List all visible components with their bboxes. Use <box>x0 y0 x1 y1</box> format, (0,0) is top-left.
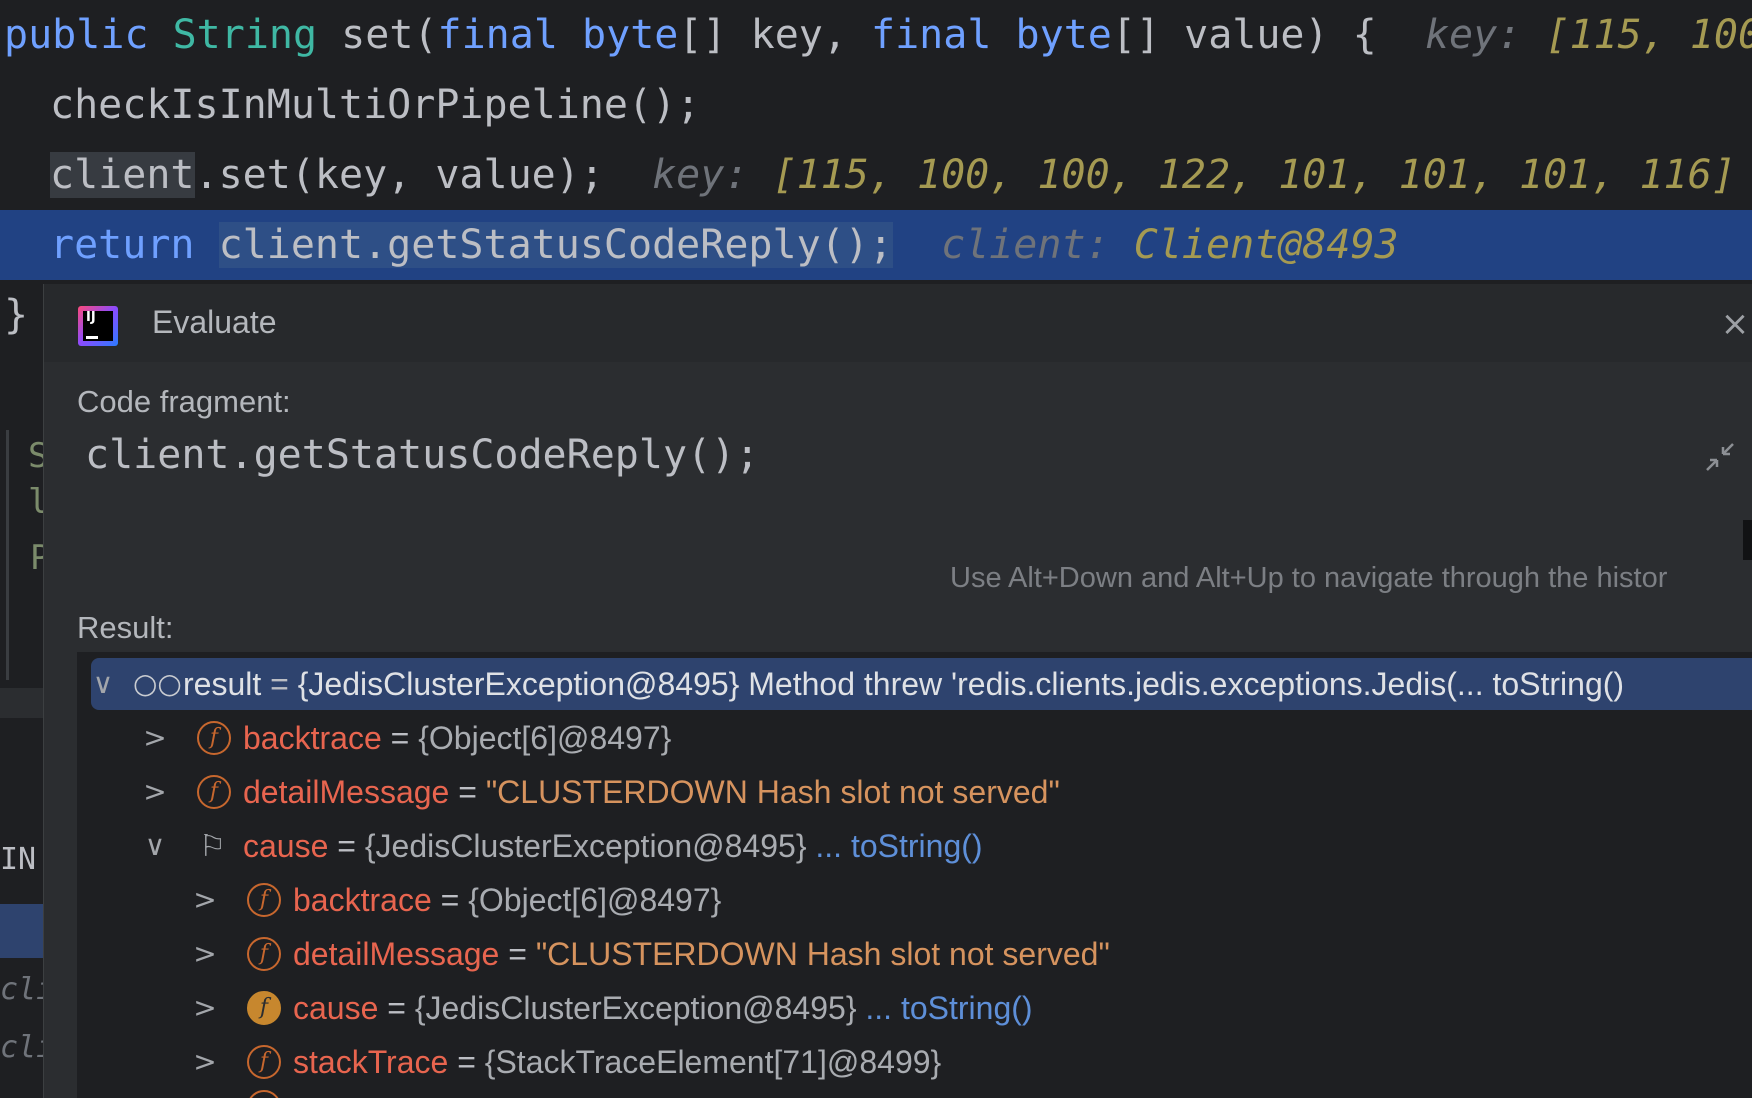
tree-row[interactable]: > f stackTrace = {StackTraceElement[71]@… <box>77 1036 1752 1088</box>
tree-field-name: backtrace <box>293 882 432 918</box>
method-name: set( <box>317 12 438 58</box>
inlay-hint-label: key: <box>652 152 749 198</box>
code-fragment-label: Code fragment: <box>77 384 291 419</box>
tree-field-name: result <box>183 666 262 702</box>
equals-sign: = <box>440 882 460 918</box>
scrollbar[interactable] <box>1743 520 1752 560</box>
left-panel-border <box>6 430 9 680</box>
tostring-link[interactable]: ... toString() <box>865 990 1032 1026</box>
tostring-link[interactable]: ... toString() <box>815 828 982 864</box>
field-icon: f <box>247 937 281 971</box>
chevron-right-icon[interactable]: > <box>143 766 167 818</box>
param-value: [] value) { <box>1111 12 1377 58</box>
code-line-return-current[interactable]: return client.getStatusCodeReply(); clie… <box>0 210 1752 280</box>
field-icon: f <box>197 775 231 809</box>
code-line-check[interactable]: checkIsInMultiOrPipeline(); <box>50 70 700 140</box>
chevron-right-icon[interactable]: > <box>193 874 217 926</box>
tree-field-name: detailMessage <box>243 774 450 810</box>
dialog-title-bar[interactable]: IJ Evaluate × <box>44 284 1752 362</box>
selected-expression: client.getStatusCodeReply(); <box>218 222 893 268</box>
chevron-right-icon[interactable]: > <box>143 712 167 764</box>
dialog-title: Evaluate <box>152 304 277 340</box>
equals-sign: = <box>457 1044 476 1080</box>
close-icon[interactable]: × <box>1717 306 1752 342</box>
field-icon: f <box>247 883 281 917</box>
code-statement: .set(key, value); <box>194 152 604 198</box>
tree-field-value: {Object[6]@8497} <box>468 882 722 918</box>
closing-brace: } <box>4 292 29 338</box>
code-statement: checkIsInMultiOrPipeline(); <box>50 82 701 128</box>
chevron-right-icon[interactable]: > <box>193 1036 217 1088</box>
keyword-byte: byte <box>1015 12 1112 58</box>
side-panel-selection <box>0 904 43 958</box>
chevron-right-icon[interactable]: > <box>193 928 217 980</box>
keyword-public: public <box>4 12 149 58</box>
code-line-client-set[interactable]: client.set(key, value); key: [115, 100, … <box>50 140 1736 210</box>
gutter-fragment: IN <box>0 842 37 877</box>
side-panel-strip <box>0 688 43 718</box>
tree-field-value: {Object[6]@8497} <box>418 720 672 756</box>
evaluate-dialog[interactable]: IJ Evaluate × Code fragment: client.getS… <box>43 284 1752 1098</box>
tree-row[interactable]: > f detailMessage = "CLUSTERDOWN Hash sl… <box>77 928 1752 980</box>
collapse-icon[interactable] <box>1703 440 1737 474</box>
logo-text: IJ <box>86 310 96 325</box>
inlay-hint-value: Client@8493 <box>1133 222 1399 268</box>
chevron-down-icon[interactable]: ∨ <box>143 820 167 872</box>
inlay-hint-value: [115, 100, 100, 122, 101, 101, 101, 116] <box>772 152 1736 198</box>
code-fragment-text: client.getStatusCodeReply(); <box>85 432 760 478</box>
keyword-byte: byte <box>582 12 679 58</box>
glasses-icon: ○○ <box>133 667 182 700</box>
equals-sign: = <box>337 828 356 864</box>
tree-field-value: {JedisClusterException@8495} <box>414 990 857 1026</box>
chevron-down-icon[interactable]: ∨ <box>91 658 115 710</box>
equals-sign: = <box>270 666 289 702</box>
tree-row[interactable]: ∨ ⚐ cause = {JedisClusterException@8495}… <box>77 820 1752 872</box>
code-line-closing-brace[interactable]: } <box>4 280 28 350</box>
field-icon <box>247 1090 281 1098</box>
tree-field-name: backtrace <box>243 720 382 756</box>
tree-field-value: "CLUSTERDOWN Hash slot not served" <box>485 774 1060 810</box>
tree-row-result[interactable]: ∨ ○○ result = {JedisClusterException@849… <box>91 658 1752 710</box>
tree-field-name: detailMessage <box>293 936 500 972</box>
code-fragment-input[interactable]: client.getStatusCodeReply(); <box>77 424 1747 564</box>
tree-row[interactable]: > f detailMessage = "CLUSTERDOWN Hash sl… <box>77 766 1752 818</box>
tree-field-name: cause <box>243 828 329 864</box>
tree-row[interactable]: > f backtrace = {Object[6]@8497} <box>77 712 1752 764</box>
field-icon: f <box>197 721 231 755</box>
param-key: [] key, <box>678 12 872 58</box>
type-string: String <box>172 12 318 58</box>
equals-sign: = <box>387 990 406 1026</box>
tree-field-value: {StackTraceElement[71]@8499} <box>484 1044 942 1080</box>
result-tree[interactable]: ∨ ○○ result = {JedisClusterException@849… <box>77 652 1752 1098</box>
equals-sign: = <box>390 720 410 756</box>
result-label: Result: <box>77 610 174 645</box>
inlay-hint-value: [115, 100, <box>1545 12 1752 58</box>
intellij-logo-icon: IJ <box>78 306 118 346</box>
tree-row[interactable]: > f backtrace = {Object[6]@8497} <box>77 874 1752 926</box>
keyword-final: final <box>871 12 992 58</box>
tree-field-name: stackTrace <box>293 1044 449 1080</box>
inlay-hint-label: key: <box>1424 12 1522 58</box>
equals-sign: = <box>508 936 527 972</box>
history-hint: Use Alt+Down and Alt+Up to navigate thro… <box>950 562 1668 594</box>
field-icon: f <box>247 1045 281 1079</box>
equals-sign: = <box>458 774 477 810</box>
code-line-method-signature[interactable]: public String set(final byte[] key, fina… <box>0 0 1752 70</box>
inlay-hint-label: client: <box>941 222 1110 268</box>
field-icon: f <box>247 991 281 1025</box>
flag-icon: ⚐ <box>199 829 226 864</box>
keyword-final: final <box>437 12 558 58</box>
identifier-client: client <box>50 152 195 198</box>
keyword-return: return <box>50 222 195 268</box>
tree-field-value: "CLUSTERDOWN Hash slot not served" <box>535 936 1110 972</box>
tree-field-value: {JedisClusterException@8495} Method thre… <box>297 666 1625 702</box>
chevron-right-icon[interactable]: > <box>193 982 217 1034</box>
tree-field-value: {JedisClusterException@8495} <box>364 828 807 864</box>
tree-row[interactable]: > f cause = {JedisClusterException@8495}… <box>77 982 1752 1034</box>
tree-field-name: cause <box>293 990 379 1026</box>
